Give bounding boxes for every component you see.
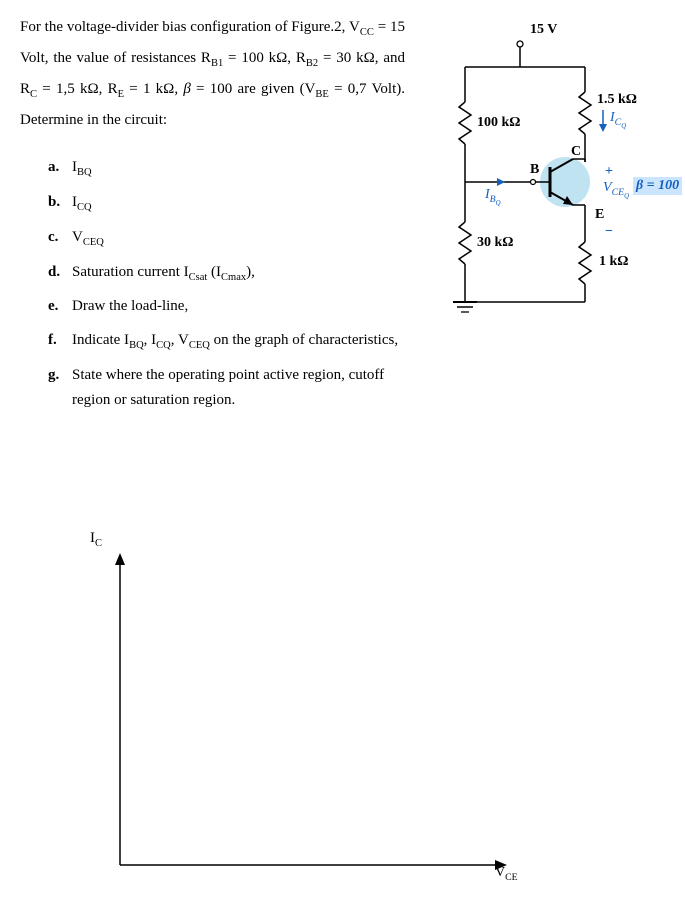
- item-e: e. Draw the load-line,: [48, 294, 405, 320]
- item-letter: f.: [48, 328, 72, 355]
- text: on the graph of characteristics,: [210, 332, 398, 348]
- axes-svg: [70, 545, 520, 885]
- sub: B2: [306, 58, 318, 69]
- sub: CQ: [156, 340, 171, 351]
- sub: Cmax: [221, 272, 246, 283]
- x-axis-label: VCE: [495, 865, 518, 883]
- plus-label: +: [605, 164, 613, 180]
- item-letter: a.: [48, 155, 72, 182]
- text: = 1,5 kΩ, R: [37, 81, 118, 97]
- sub: CQ: [77, 202, 92, 213]
- minus-label: −: [605, 224, 613, 240]
- text: resistances R: [131, 50, 211, 66]
- item-d: d. Saturation current ICsat (ICmax),: [48, 260, 405, 287]
- node-c: C: [571, 144, 581, 160]
- item-content: State where the operating point active r…: [72, 363, 405, 414]
- item-letter: b.: [48, 190, 72, 217]
- item-c: c. VCEQ: [48, 225, 405, 252]
- text: , I: [144, 332, 157, 348]
- problem-statement: For the voltage-divider bias configurati…: [20, 12, 405, 135]
- sub: CC: [360, 27, 374, 38]
- item-content: Draw the load-line,: [72, 294, 405, 320]
- text: Indicate I: [72, 332, 129, 348]
- item-content: IBQ: [72, 155, 405, 182]
- sub: CEQ: [189, 340, 210, 351]
- text: = 100 kΩ, R: [223, 50, 306, 66]
- text: = 0,7: [329, 81, 367, 97]
- text: For the voltage-divider bias configurati…: [20, 19, 360, 35]
- rb1-label: 100 kΩ: [477, 115, 521, 131]
- beta: β: [183, 81, 190, 97]
- sub: BQ: [77, 167, 92, 178]
- vcc-label: 15 V: [530, 22, 557, 38]
- item-letter: c.: [48, 225, 72, 252]
- vceq-label: VCEQ: [603, 180, 629, 200]
- y-axis-label: IC: [90, 530, 102, 549]
- circuit-diagram: 15 V 100 kΩ 30 kΩ 1.5 kΩ 1 kΩ B C E IBQ …: [405, 22, 665, 327]
- rc-label: 1.5 kΩ: [597, 92, 637, 108]
- characteristics-graph: IC VCE: [70, 545, 520, 895]
- sub: B1: [211, 58, 223, 69]
- sub: BQ: [129, 340, 144, 351]
- text: , V: [171, 332, 189, 348]
- item-letter: e.: [48, 294, 72, 320]
- text: V: [72, 229, 83, 245]
- node-e: E: [595, 207, 604, 223]
- icq-label: ICQ: [610, 110, 626, 130]
- item-content: ICQ: [72, 190, 405, 217]
- item-content: Indicate IBQ, ICQ, VCEQ on the graph of …: [72, 328, 405, 355]
- text: Saturation current I: [72, 264, 189, 280]
- item-a: a. IBQ: [48, 155, 405, 182]
- node-b: B: [530, 162, 539, 178]
- text: = 1 kΩ,: [124, 81, 183, 97]
- re-label: 1 kΩ: [599, 254, 629, 270]
- task-list: a. IBQ b. ICQ c. VCEQ d. Satura: [48, 155, 405, 414]
- item-f: f. Indicate IBQ, ICQ, VCEQ on the graph …: [48, 328, 405, 355]
- sub: C: [30, 89, 37, 100]
- item-content: Saturation current ICsat (ICmax),: [72, 260, 405, 287]
- rb2-label: 30 kΩ: [477, 235, 514, 251]
- item-letter: d.: [48, 260, 72, 287]
- text: = 100 are given (V: [191, 81, 316, 97]
- ibq-label: IBQ: [485, 187, 501, 207]
- text: (I: [207, 264, 221, 280]
- beta-label: β = 100: [633, 177, 682, 195]
- sub: CEQ: [83, 237, 104, 248]
- text: ),: [246, 264, 255, 280]
- item-letter: g.: [48, 363, 72, 414]
- sub: Csat: [189, 272, 208, 283]
- item-b: b. ICQ: [48, 190, 405, 217]
- sub: BE: [315, 89, 328, 100]
- item-g: g. State where the operating point activ…: [48, 363, 405, 414]
- item-content: VCEQ: [72, 225, 405, 252]
